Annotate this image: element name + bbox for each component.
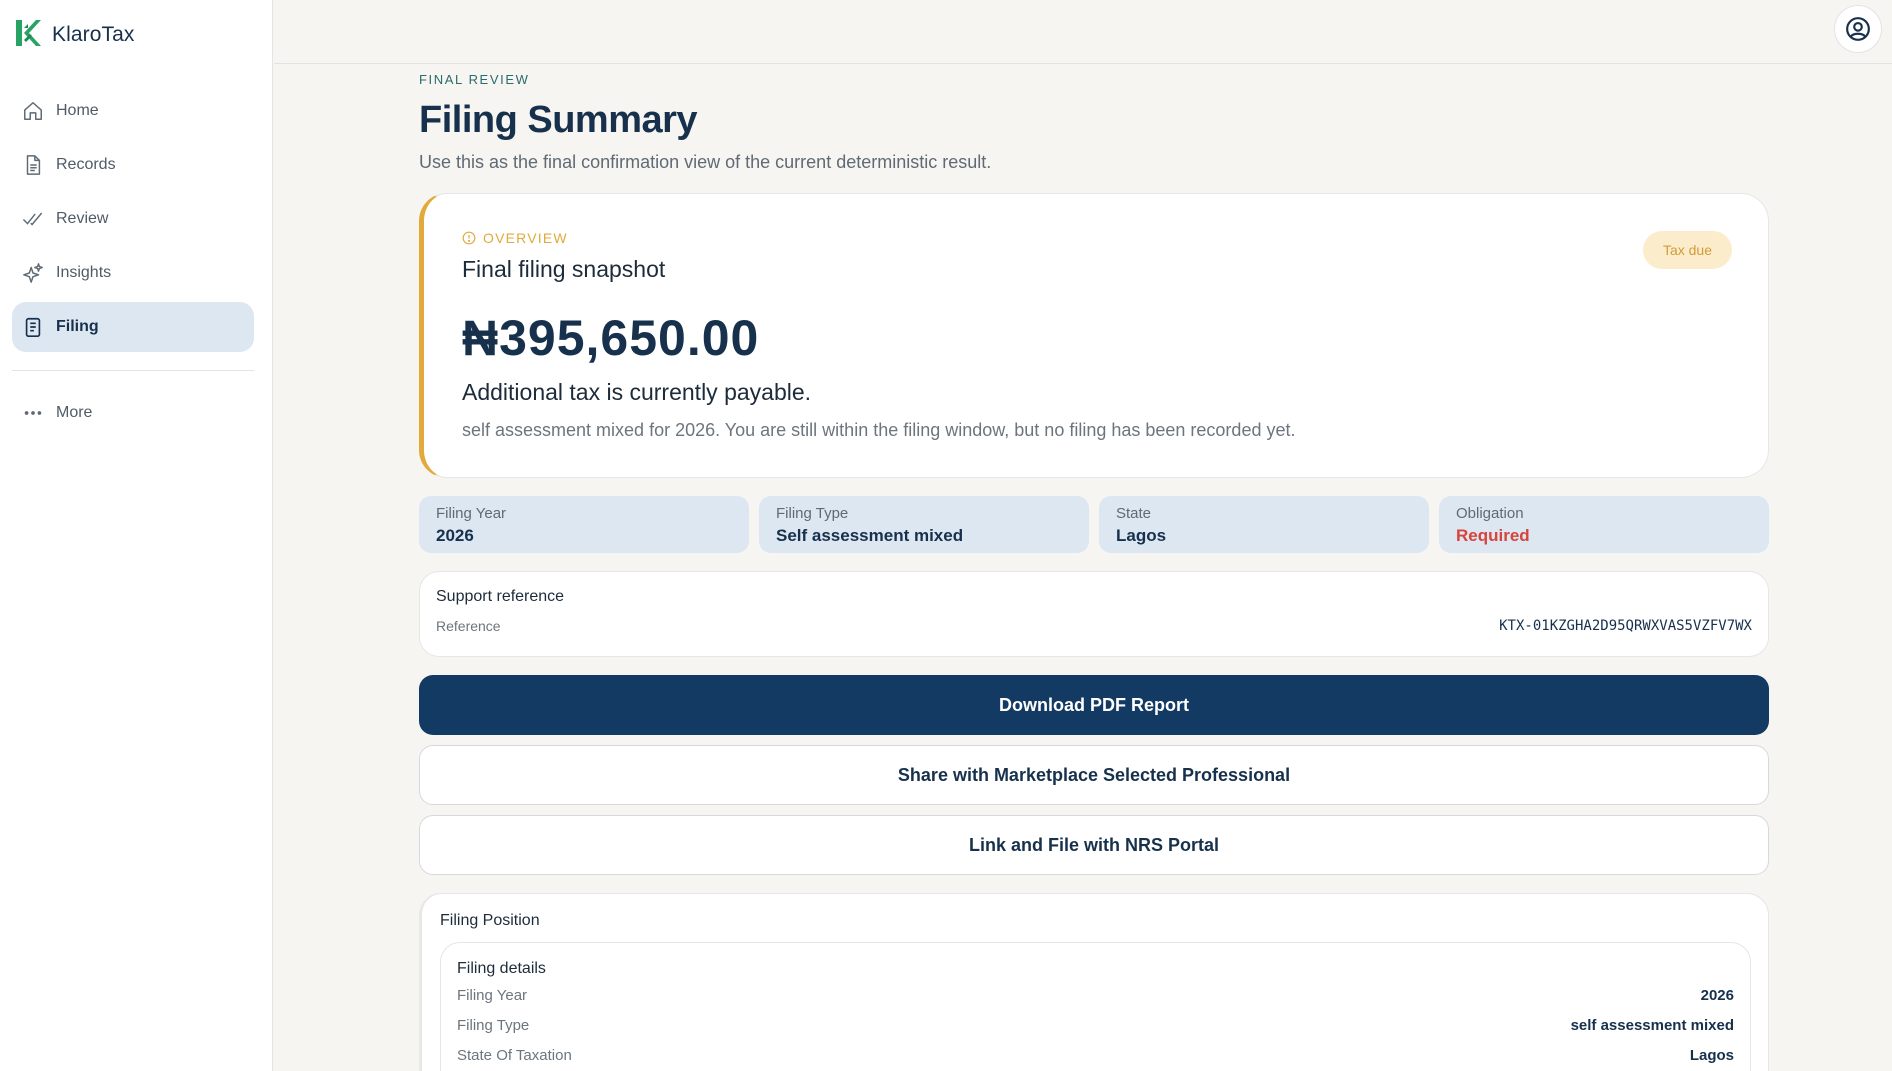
- detail-value: 2026: [1700, 987, 1734, 1004]
- filing-facts: Filing Year 2026 Filing Type Self assess…: [419, 496, 1769, 553]
- sidebar-item-label: Review: [56, 210, 109, 227]
- brand-name: KlaroTax: [52, 23, 135, 46]
- overview-title: Final filing snapshot: [462, 256, 666, 282]
- fact-label: Obligation: [1456, 505, 1524, 522]
- sidebar-item-home[interactable]: Home: [12, 86, 254, 136]
- sidebar-item-more[interactable]: More: [12, 388, 254, 438]
- fact-value: Self assessment mixed: [776, 526, 964, 545]
- double-check-icon: [23, 212, 42, 226]
- top-bar: [274, 0, 1892, 64]
- support-row: Reference KTX-01KZGHA2D95QRWXVAS5VZFV7WX: [436, 618, 1752, 634]
- filing-details-card: Filing details Filing Year 2026 Filing T…: [440, 942, 1751, 1071]
- detail-row: Filing Type self assessment mixed: [457, 1017, 1734, 1038]
- filing-position-title: Filing Position: [440, 912, 540, 929]
- support-reference-card: Support reference Reference KTX-01KZGHA2…: [419, 571, 1769, 657]
- info-icon: [462, 231, 476, 245]
- fact-filing-type: Filing Type Self assessment mixed: [759, 496, 1089, 553]
- fact-filing-year: Filing Year 2026: [419, 496, 749, 553]
- download-pdf-button[interactable]: Download PDF Report: [419, 675, 1769, 735]
- page-title: Filing Summary: [419, 99, 698, 141]
- fact-value: 2026: [436, 526, 474, 545]
- sidebar-item-review[interactable]: Review: [12, 194, 254, 244]
- account-button[interactable]: [1834, 5, 1882, 53]
- sidebar-item-label: More: [56, 404, 93, 421]
- sidebar-item-insights[interactable]: Insights: [12, 248, 254, 298]
- filing-details-title: Filing details: [457, 960, 546, 977]
- fact-label: State: [1116, 505, 1152, 522]
- sidebar-item-label: Home: [56, 102, 99, 119]
- sidebar-item-label: Insights: [56, 264, 112, 281]
- overview-label-text: OVERVIEW: [483, 230, 568, 246]
- fact-value: Required: [1456, 526, 1530, 545]
- home-icon: [24, 102, 42, 120]
- fact-obligation: Obligation Required: [1439, 496, 1769, 553]
- clipboard-icon: [25, 317, 41, 337]
- sidebar-item-label: Filing: [56, 318, 99, 335]
- overview-description: self assessment mixed for 2026. You are …: [462, 420, 1296, 440]
- share-professional-button[interactable]: Share with Marketplace Selected Professi…: [419, 745, 1769, 805]
- status-badge: Tax due: [1642, 231, 1732, 269]
- detail-value: self assessment mixed: [1570, 1017, 1734, 1034]
- sidebar-more: More: [12, 388, 254, 442]
- fact-label: Filing Type: [776, 505, 849, 522]
- link-nrs-portal-button[interactable]: Link and File with NRS Portal: [419, 815, 1769, 875]
- detail-label: State Of Taxation: [457, 1047, 572, 1064]
- support-title: Support reference: [436, 588, 565, 605]
- fact-label: Filing Year: [436, 505, 507, 522]
- detail-label: Filing Year: [457, 987, 528, 1004]
- detail-value: Lagos: [1689, 1047, 1734, 1064]
- filing-position-card: Filing Position Filing details Filing Ye…: [419, 893, 1769, 1071]
- more-dots-icon: [24, 411, 42, 415]
- main-content: FINAL REVIEW Filing Summary Use this as …: [419, 64, 1769, 1071]
- overview-card: OVERVIEW Final filing snapshot ₦395,650.…: [419, 193, 1769, 478]
- sidebar-divider: [12, 370, 254, 371]
- sidebar-nav: Home Records Review Insights Filing: [12, 86, 254, 356]
- detail-row: State Of Taxation Lagos: [457, 1047, 1734, 1068]
- page-subtitle: Use this as the final confirmation view …: [419, 152, 992, 172]
- brand[interactable]: KlaroTax: [14, 18, 135, 52]
- user-circle-icon: [1846, 17, 1870, 41]
- klarotax-logo-icon: [14, 18, 42, 53]
- sparkle-icon: [23, 263, 43, 283]
- overview-label: OVERVIEW: [462, 230, 1730, 246]
- document-icon: [26, 155, 41, 175]
- sidebar-item-label: Records: [56, 156, 116, 173]
- detail-label: Filing Type: [457, 1017, 530, 1034]
- sidebar-item-filing[interactable]: Filing: [12, 302, 254, 352]
- support-reference-value[interactable]: KTX-01KZGHA2D95QRWXVAS5VZFV7WX: [1499, 618, 1752, 634]
- overview-headline: Additional tax is currently payable.: [462, 379, 812, 405]
- page-eyebrow: FINAL REVIEW: [419, 72, 530, 87]
- sidebar: KlaroTax Home Records Review Insights Fi…: [0, 0, 273, 1071]
- support-label: Reference: [436, 618, 501, 634]
- fact-state: State Lagos: [1099, 496, 1429, 553]
- fact-value: Lagos: [1116, 526, 1167, 545]
- detail-row: Filing Year 2026: [457, 987, 1734, 1008]
- tax-amount: ₦395,650.00: [462, 310, 760, 366]
- sidebar-item-records[interactable]: Records: [12, 140, 254, 190]
